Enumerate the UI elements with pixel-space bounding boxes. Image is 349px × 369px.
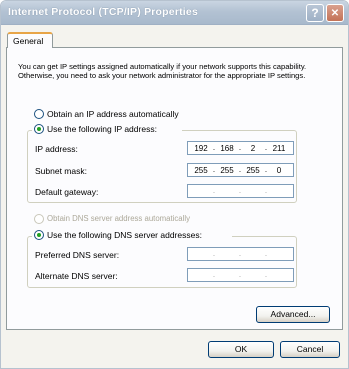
ip-dot: . [264,270,268,279]
ip-dot: . [264,143,268,152]
ip-dot: . [264,186,268,195]
radio-use-following-dns-label[interactable]: Use the following DNS server addresses: [47,230,202,240]
advanced-button[interactable]: Advanced... [256,306,330,323]
ip-address-input[interactable]: 192 . 168 . 2 . 211 [187,141,294,155]
radio-obtain-dns-auto[interactable] [34,214,44,224]
ip-dot: . [238,270,242,279]
close-button[interactable]: ✕ [326,4,344,22]
alternate-dns-input[interactable]: . . . [187,268,294,282]
preferred-dns-label: Preferred DNS server: [35,250,120,260]
ip-dot: . [264,165,268,174]
close-icon: ✕ [330,7,340,19]
radio-obtain-ip-auto[interactable] [34,109,44,119]
preferred-dns-input[interactable]: . . . [187,247,294,261]
default-gateway-input[interactable]: . . . [187,184,294,198]
ip-dot: . [212,249,216,258]
question-mark-icon: ? [311,6,319,20]
subnet-mask-input[interactable]: 255 . 255 . 255 . 0 [187,163,294,177]
alternate-dns-label: Alternate DNS server: [35,271,118,281]
intro-text: You can get IP settings assigned automat… [18,62,307,80]
mask-octet-2: 255 [220,166,234,175]
radio-use-following-ip-label[interactable]: Use the following IP address: [47,124,157,134]
dns-group-header: Use the following DNS server addresses: [32,227,232,241]
ip-octet-1: 192 [194,144,208,153]
ip-octet-3: 2 [250,144,256,153]
subnet-mask-label: Subnet mask: [35,166,87,176]
ip-dot: . [238,143,242,152]
ip-dot: . [238,165,242,174]
ip-group-header: Use the following IP address: [32,121,182,135]
ip-dot: . [212,143,216,152]
radio-use-following-ip[interactable] [34,124,44,134]
radio-use-following-dns[interactable] [34,230,44,240]
tab-general-label: General [13,36,44,46]
ip-dot: . [212,186,216,195]
ip-address-label: IP address: [35,144,78,154]
ip-octet-2: 168 [220,144,234,153]
cancel-button[interactable]: Cancel [280,341,340,358]
radio-obtain-ip-auto-label[interactable]: Obtain an IP address automatically [47,109,179,119]
radio-obtain-dns-auto-label[interactable]: Obtain DNS server address automatically [47,214,190,223]
ip-dot: . [212,270,216,279]
ip-dot: . [238,186,242,195]
tab-general[interactable]: General [7,32,53,48]
ip-dot: . [264,249,268,258]
default-gateway-label: Default gateway: [35,187,99,197]
title-bar[interactable]: Internet Protocol (TCP/IP) Properties ? … [1,1,348,25]
ip-dot: . [238,249,242,258]
window-title: Internet Protocol (TCP/IP) Properties [8,6,199,18]
dialog-window: Internet Protocol (TCP/IP) Properties ? … [0,0,349,369]
mask-octet-1: 255 [194,166,208,175]
mask-octet-3: 255 [246,166,260,175]
ip-dot: . [212,165,216,174]
mask-octet-4: 0 [276,166,282,175]
help-button[interactable]: ? [306,4,324,22]
ok-button[interactable]: OK [208,341,274,358]
ip-octet-4: 211 [272,144,286,153]
